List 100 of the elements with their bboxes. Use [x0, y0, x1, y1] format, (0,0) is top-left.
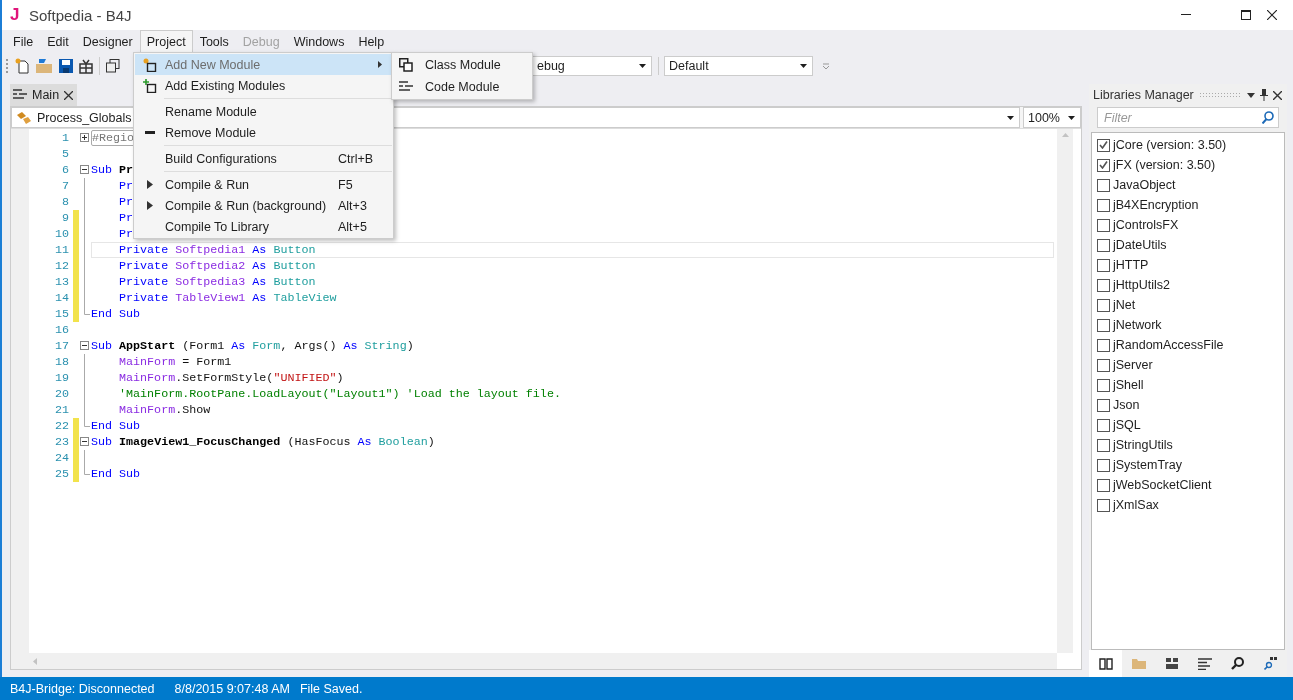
library-name[interactable]: jServer	[1113, 358, 1153, 372]
checkbox[interactable]	[1097, 478, 1110, 492]
menu-item[interactable]: Tools	[192, 30, 236, 52]
book-icon	[1098, 657, 1113, 670]
menu-item[interactable]: Code Module	[392, 76, 532, 98]
menu-item[interactable]: Add New Module	[135, 54, 392, 75]
menu-item[interactable]: File	[6, 30, 41, 52]
dropdown-arrow-icon	[639, 64, 646, 68]
checkbox[interactable]	[1097, 398, 1110, 412]
library-name[interactable]: jCore (version: 3.50)	[1113, 138, 1227, 152]
library-name[interactable]: jNet	[1113, 298, 1136, 312]
pin-button[interactable]	[1260, 89, 1268, 101]
menu-item[interactable]: Windows	[286, 30, 352, 52]
status-text: B4J-Bridge: Disconnected	[10, 681, 155, 696]
new-file-button[interactable]	[15, 58, 29, 74]
checkbox[interactable]	[1097, 438, 1110, 452]
save-button[interactable]	[59, 59, 73, 73]
close-icon[interactable]	[64, 90, 74, 100]
checkbox[interactable]	[1097, 418, 1110, 432]
code-line: Private Softpedia3 As Button	[118, 274, 316, 290]
filter-field[interactable]: Filter	[1097, 107, 1279, 128]
code-line: End Sub	[91, 306, 141, 322]
line-number: 10	[53, 227, 69, 241]
horizontal-scrollbar[interactable]	[11, 653, 1057, 669]
libraries-tab[interactable]	[1089, 650, 1122, 677]
scroll-up-icon	[1061, 133, 1069, 137]
line-number: 25	[53, 467, 69, 481]
collapse-icon[interactable]	[80, 165, 89, 174]
line-number: 12	[53, 259, 69, 273]
library-name[interactable]: jSQL	[1113, 418, 1141, 432]
status-text: 8/8/2015 9:07:48 AM	[174, 681, 290, 696]
close-icon	[1267, 10, 1277, 20]
checkbox[interactable]	[1097, 318, 1110, 332]
checkbox[interactable]	[1097, 358, 1110, 372]
library-name[interactable]: Json	[1113, 398, 1140, 412]
new-file-icon	[15, 58, 29, 74]
checkbox[interactable]	[1097, 238, 1110, 252]
menu-item[interactable]: Build Configurations Ctrl+B	[135, 148, 392, 169]
library-name[interactable]: JavaObject	[1113, 178, 1176, 192]
menu-item[interactable]: Compile & Run F5	[135, 174, 392, 195]
menu-item[interactable]: Project	[139, 30, 193, 52]
checkbox[interactable]	[1097, 178, 1110, 192]
window-title: Softpedia - B4J	[29, 6, 132, 24]
library-name[interactable]: jWebSocketClient	[1113, 478, 1212, 492]
menu-item[interactable]: Designer	[75, 30, 140, 52]
panel-menu-button[interactable]	[1247, 92, 1255, 98]
checkbox[interactable]	[1097, 278, 1110, 292]
folder-icon	[35, 58, 53, 74]
vertical-scrollbar[interactable]	[1057, 129, 1073, 653]
menu-item[interactable]: Compile & Run (background) Alt+3	[135, 195, 392, 216]
menu-item[interactable]: Help	[351, 30, 392, 52]
checkbox[interactable]	[1097, 338, 1110, 352]
document-tab[interactable]: Main	[10, 84, 78, 106]
line-number: 6	[61, 163, 69, 177]
class-module-icon	[399, 58, 413, 72]
zoom-combo[interactable]: 100%	[1023, 107, 1081, 128]
code-line: Private Softpedia1 As Button	[118, 242, 316, 258]
code-line: Private TableView1 As TableView	[118, 290, 337, 306]
package-button[interactable]	[79, 58, 93, 74]
checkbox[interactable]	[1097, 298, 1110, 312]
open-button[interactable]	[35, 58, 53, 74]
library-name[interactable]: jB4XEncryption	[1113, 198, 1199, 212]
copy-button[interactable]	[106, 59, 120, 73]
library-name[interactable]: jStringUtils	[1113, 438, 1173, 452]
checkbox[interactable]	[1097, 198, 1110, 212]
code-line: End Sub	[91, 418, 141, 434]
library-name[interactable]: jShell	[1113, 378, 1144, 392]
library-name[interactable]: jXmlSax	[1113, 498, 1159, 512]
checkbox[interactable]	[1097, 138, 1110, 152]
checkbox[interactable]	[1097, 458, 1110, 472]
new-module-icon	[143, 57, 157, 72]
platform-combo[interactable]: Default	[664, 56, 813, 76]
library-name[interactable]: jNetwork	[1113, 318, 1162, 332]
add-module-icon	[143, 78, 157, 93]
line-number: 22	[53, 419, 69, 433]
library-name[interactable]: jDateUtils	[1113, 238, 1167, 252]
check-icon	[1099, 161, 1108, 169]
expand-icon[interactable]	[80, 133, 89, 142]
checkbox[interactable]	[1097, 158, 1110, 172]
code-line: 'MainForm.RootPane.LoadLayout("Layout1") 'Load the layout file.	[118, 386, 561, 402]
menu-item[interactable]: Add Existing Modules	[135, 75, 392, 96]
menu-item[interactable]: Compile To Library Alt+5	[135, 216, 392, 237]
library-name[interactable]: jRandomAccessFile	[1113, 338, 1224, 352]
library-name[interactable]: jHTTP	[1113, 258, 1149, 272]
checkbox[interactable]	[1097, 258, 1110, 272]
menu-item[interactable]: Edit	[40, 30, 76, 52]
line-number: 8	[61, 195, 69, 209]
library-name[interactable]: jFX (version: 3.50)	[1113, 158, 1216, 172]
collapse-icon[interactable]	[80, 437, 89, 446]
library-name[interactable]: jHttpUtils2	[1113, 278, 1170, 292]
line-number: 5	[61, 147, 69, 161]
library-name[interactable]: jControlsFX	[1113, 218, 1179, 232]
code-module-icon	[13, 89, 27, 101]
play-icon	[147, 180, 153, 189]
line-number: 19	[53, 371, 69, 385]
collapse-icon[interactable]	[80, 341, 89, 350]
checkbox[interactable]	[1097, 378, 1110, 392]
checkbox[interactable]	[1097, 218, 1110, 232]
checkbox[interactable]	[1097, 498, 1110, 512]
library-name[interactable]: jSystemTray	[1113, 458, 1182, 472]
